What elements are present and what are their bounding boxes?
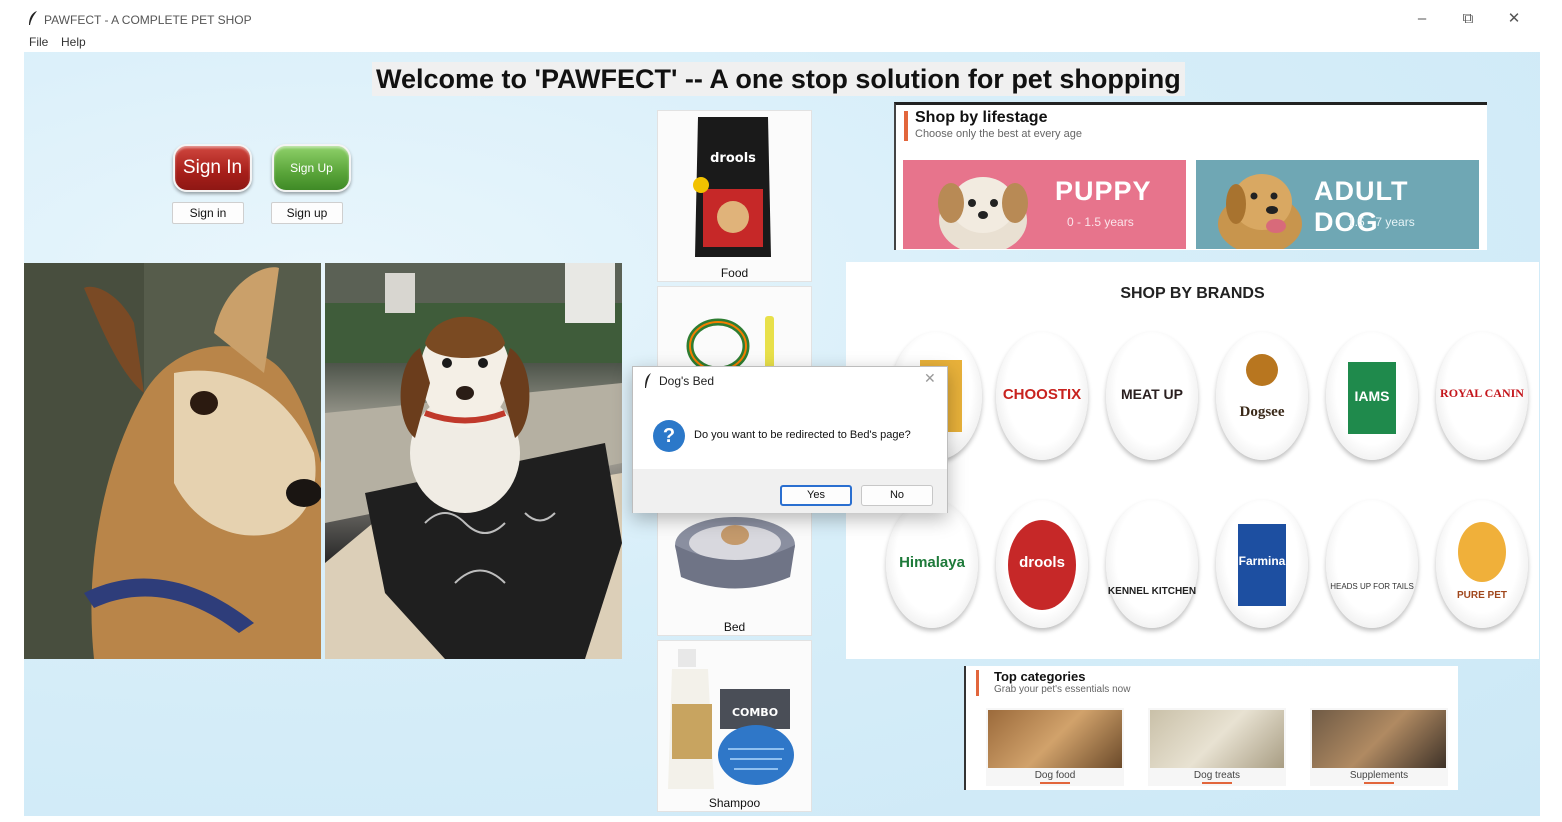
redirect-dialog: Dog's Bed ✕ ? Do you want to be redirect… [632,366,948,513]
accent-underline [1202,782,1232,784]
brand-himalaya[interactable]: Himalaya [886,500,978,628]
lifestage-age-puppy: 0 - 1.5 years [1067,215,1134,229]
product-card-food[interactable]: drools Food [657,110,812,282]
dog-portrait-image [24,263,321,659]
puppy-image [938,177,1028,249]
accent-underline [1040,782,1070,784]
brand-drools[interactable]: drools [996,500,1088,628]
sign-in-button[interactable]: Sign in [172,202,244,224]
dogsee-dog-icon [1246,354,1278,386]
top-categories-subtitle: Grab your pet's essentials now [994,684,1131,695]
adult-dog-image [1218,174,1302,249]
sign-in-image-button[interactable]: Sign In [173,144,252,192]
brand-royal-canin[interactable]: ROYAL CANIN [1436,332,1528,460]
minimize-button[interactable]: – [1407,8,1437,30]
feather-icon [29,11,37,25]
category-dog-treats[interactable]: Dog treats [1148,708,1286,786]
close-button[interactable]: ✕ [1499,8,1529,30]
category-supplements[interactable]: Supplements [1310,708,1448,786]
dialog-close-icon[interactable]: ✕ [924,370,936,387]
brand-dogsee[interactable]: Dogsee [1216,332,1308,460]
product-card-shampoo[interactable]: COMBO Shampoo [657,640,812,812]
dog-food-image [988,710,1122,768]
pure-pet-face [1458,522,1506,582]
shop-by-brands-panel: SHOP BY BRANDS CHOOSTIX MEAT UP Dogsee I… [846,262,1539,659]
brand-label: KENNEL KITCHEN [1107,586,1197,597]
menu-file[interactable]: File [29,35,48,49]
brand-kennel-kitchen[interactable]: KENNEL KITCHEN [1106,500,1198,628]
product-label-bed: Bed [723,620,746,634]
dialog-message: Do you want to be redirected to Bed's pa… [694,429,911,441]
brand-label: ROYAL CANIN [1440,386,1524,400]
restore-button[interactable]: ⧉ [1453,8,1483,30]
brand-iams[interactable]: IAMS [1326,332,1418,460]
brand-pure-pet[interactable]: PURE PET [1436,500,1528,628]
top-categories-title: Top categories [994,669,1086,684]
sign-up-button[interactable]: Sign up [271,202,343,224]
top-categories-panel: Top categories Grab your pet's essential… [964,666,1458,790]
beagle-puppy-image [325,263,622,659]
category-label: Dog food [1034,770,1076,781]
menu-bar: File Help [24,34,1540,52]
feather-icon [645,373,651,388]
accent-bar [976,670,979,696]
brand-label: drools [1019,554,1065,571]
dog-photo-2 [325,263,622,659]
food-bag-image: drools [693,117,771,257]
brand-farmina[interactable]: Farmina [1216,500,1308,628]
brand-label: Dogsee [1239,404,1285,420]
menu-help[interactable]: Help [61,35,86,49]
dog-photo-1 [24,263,321,659]
dog-treats-image [1150,710,1284,768]
brand-label: Farmina [1238,554,1286,568]
welcome-heading: Welcome to 'PAWFECT' -- A one stop solut… [372,62,1185,96]
accent-underline [1364,782,1394,784]
lifestage-card-adult-dog[interactable]: ADULT DOG 1.5 - 7 years [1196,160,1479,249]
lifestage-name-puppy: PUPPY [1055,176,1152,206]
brand-label: IAMS [1354,388,1390,404]
category-label: Dog treats [1193,770,1241,781]
lifestage-subtitle: Choose only the best at every age [915,128,1082,140]
shampoo-combo-image: COMBO [668,649,794,789]
app-window: PAWFECT - A COMPLETE PET SHOP – ⧉ ✕ File… [0,0,1562,822]
product-label-shampoo: Shampoo [708,796,761,810]
category-dog-food[interactable]: Dog food [986,708,1124,786]
drools-logo-text: drools [710,151,756,166]
window-title: PAWFECT - A COMPLETE PET SHOP [44,13,252,27]
brand-label: Himalaya [899,554,965,571]
shop-by-lifestage-panel: Shop by lifestage Choose only the best a… [894,102,1487,250]
dialog-title: Dog's Bed [659,374,714,388]
category-label: Supplements [1349,770,1409,781]
lifestage-card-puppy[interactable]: PUPPY 0 - 1.5 years [903,160,1186,249]
product-label-food: Food [720,266,749,280]
lifestage-age-adult-dog: 1.5 - 7 years [1348,215,1415,229]
brand-heads-up-for-tails[interactable]: HEADS UP FOR TAILS [1326,500,1418,628]
brand-label: CHOOSTIX [1002,386,1082,403]
brands-title: SHOP BY BRANDS [1120,285,1265,302]
brand-label: MEAT UP [1121,386,1183,402]
brand-meat-up[interactable]: MEAT UP [1106,332,1198,460]
supplements-image [1312,710,1446,768]
brand-label: PURE PET [1456,590,1507,601]
brand-label: HEADS UP FOR TAILS [1330,582,1414,591]
title-bar: PAWFECT - A COMPLETE PET SHOP – ⧉ ✕ [0,0,1562,34]
question-icon: ? [653,420,685,452]
no-button[interactable]: No [861,485,933,506]
brand-choostix[interactable]: CHOOSTIX [996,332,1088,460]
yes-button[interactable]: Yes [780,485,852,506]
lifestage-title: Shop by lifestage [915,109,1048,126]
sign-up-image-button[interactable]: Sign Up [272,144,351,192]
dog-bed-image [675,517,795,589]
dialog-footer: Yes No [633,469,947,513]
combo-badge-text: COMBO [732,706,778,719]
accent-bar [904,111,908,141]
